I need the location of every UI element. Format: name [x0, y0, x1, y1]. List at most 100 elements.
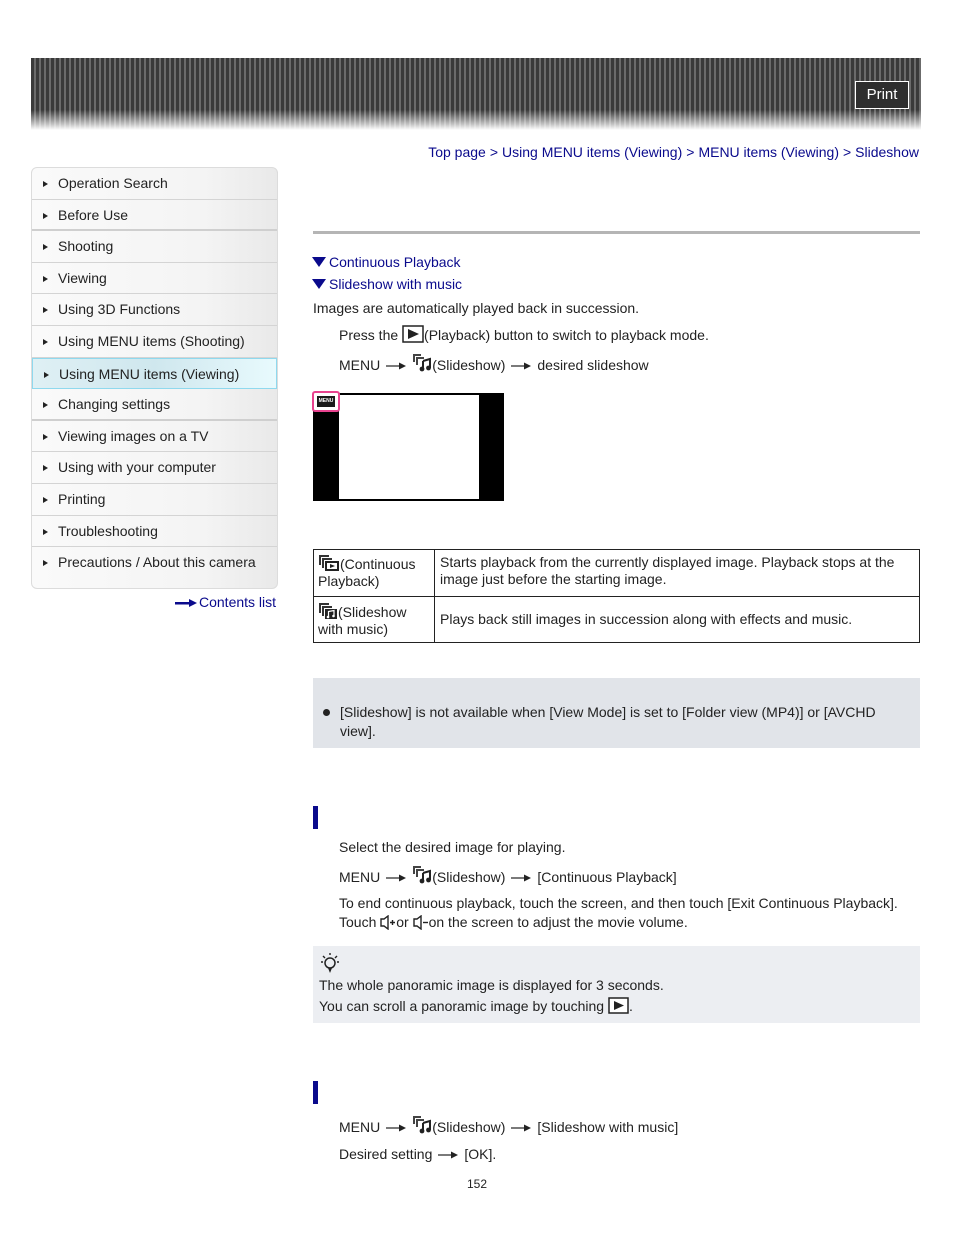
sidebar-item-shooting[interactable]: Shooting — [32, 231, 277, 263]
volume-text: Touch — [339, 914, 377, 930]
continuous-playback-icon — [319, 555, 339, 571]
music-step-menu: MENU (Slideshow) [Slideshow with music] — [339, 1115, 678, 1135]
slideshow-mode-table: (Continuous Playback) Starts playback fr… — [313, 549, 920, 643]
menu-button-highlight: MENU — [312, 391, 340, 412]
anchor-label: Slideshow with music — [329, 276, 463, 292]
sidebar-item-using-3d-functions[interactable]: Using 3D Functions — [32, 294, 277, 326]
music-step-setting: Desired setting [OK]. — [339, 1146, 496, 1162]
slideshow-label: (Slideshow) — [432, 357, 506, 373]
lightbulb-hint-icon — [321, 953, 339, 973]
sidebar-item-label: Using MENU items (Shooting) — [58, 332, 245, 349]
anchor-label: Continuous Playback — [329, 254, 461, 270]
sidebar-item-label: Shooting — [58, 238, 114, 255]
sidebar-item-viewing-images-on-tv[interactable]: Viewing images on a TV — [32, 421, 277, 453]
print-button[interactable]: Print — [855, 81, 909, 109]
menu-label: MENU — [339, 357, 381, 373]
triangle-right-icon — [44, 371, 49, 378]
arrow-right-icon — [511, 1124, 532, 1132]
continuous-volume-text: Touch or on the screen to adjust the mov… — [339, 914, 688, 930]
sidebar-item-label: Using 3D Functions — [58, 301, 181, 318]
breadcrumb-separator: > — [686, 144, 695, 160]
triangle-right-icon — [43, 528, 48, 535]
table-row: (Slideshow with music) Plays back still … — [313, 596, 920, 643]
volume-text: on the screen to adjust the movie volume… — [428, 914, 688, 930]
sidebar-item-label: Precautions / About this camera — [58, 554, 256, 571]
hint-text-end: . — [628, 998, 633, 1014]
slideshow-icon — [413, 1116, 432, 1134]
breadcrumb-separator: > — [842, 144, 852, 160]
anchor-continuous-playback[interactable]: Continuous Playback — [312, 254, 461, 270]
sidebar-item-label: Before Use — [58, 206, 129, 223]
triangle-right-icon — [43, 402, 48, 409]
slideshow-icon — [413, 866, 432, 884]
sidebar-item-operation-search[interactable]: Operation Search — [32, 168, 277, 200]
breadcrumb-slideshow[interactable]: Slideshow — [855, 144, 919, 160]
sidebar-item-label: Printing — [58, 490, 106, 507]
bullet-icon — [323, 709, 330, 716]
intro-text: Images are automatically played back in … — [313, 300, 640, 316]
sidebar-item-using-with-computer[interactable]: Using with your computer — [32, 452, 277, 484]
slideshow-with-music-icon — [319, 602, 337, 619]
header-banner — [31, 58, 921, 130]
sidebar-item-troubleshooting[interactable]: Troubleshooting — [32, 516, 277, 548]
volume-down-icon — [412, 915, 428, 930]
triangle-right-icon — [43, 212, 48, 219]
arrow-right-icon — [386, 362, 407, 370]
arrow-right-icon — [438, 1151, 459, 1159]
sidebar-item-before-use[interactable]: Before Use — [32, 200, 277, 232]
mode-name-cell: (Slideshow with music) — [313, 596, 435, 643]
slideshow-label: (Slideshow) — [432, 1119, 506, 1135]
title-divider — [313, 231, 920, 234]
step-menu-slideshow: MENU (Slideshow) desired slideshow — [339, 353, 649, 373]
triangle-right-icon — [43, 560, 48, 567]
arrow-right-icon — [386, 1124, 407, 1132]
anchor-slideshow-with-music[interactable]: Slideshow with music — [312, 276, 462, 292]
mode-description: Starts playback from the currently displ… — [434, 549, 920, 597]
breadcrumb-menu-items-viewing[interactable]: MENU items (Viewing) — [698, 144, 839, 160]
step-press-playback: Press the (Playback) button to switch to… — [339, 325, 709, 343]
menu-label: MENU — [339, 869, 381, 885]
note-box: [Slideshow] is not available when [View … — [313, 678, 920, 748]
hint-line-2: You can scroll a panoramic image by touc… — [319, 997, 633, 1014]
hint-box: The whole panoramic image is displayed f… — [313, 946, 920, 1023]
section-heading-marker-music — [313, 1081, 318, 1104]
sidebar-item-changing-settings[interactable]: Changing settings — [32, 389, 277, 421]
camera-screen-illustration: MENU — [312, 391, 504, 501]
setting-label: Desired setting — [339, 1146, 433, 1162]
triangle-right-icon — [43, 496, 48, 503]
sidebar-item-label: Operation Search — [58, 175, 168, 191]
breadcrumb-using-menu-items-viewing[interactable]: Using MENU items (Viewing) — [502, 144, 682, 160]
sidebar-item-label: Viewing — [58, 269, 107, 286]
note-text: [Slideshow] is not available when [View … — [340, 704, 876, 739]
menu-button-label: MENU — [317, 396, 335, 407]
contents-list-link[interactable]: Contents list — [175, 594, 276, 610]
continuous-end-text: To end continuous playback, touch the sc… — [339, 895, 898, 911]
sidebar-item-label: Using with your computer — [58, 459, 216, 476]
sidebar-item-precautions[interactable]: Precautions / About this camera — [32, 547, 277, 579]
section-heading-marker-continuous — [313, 806, 318, 829]
ok-label: [OK]. — [464, 1146, 497, 1162]
triangle-down-icon — [312, 257, 326, 268]
triangle-right-icon — [43, 307, 48, 314]
triangle-right-icon — [43, 433, 48, 440]
triangle-right-icon — [43, 465, 48, 472]
arrow-right-icon — [511, 362, 532, 370]
breadcrumb-top-page[interactable]: Top page — [428, 144, 486, 160]
continuous-step-select: Select the desired image for playing. — [339, 839, 566, 855]
sidebar-item-label: Changing settings — [58, 396, 171, 413]
triangle-down-icon — [312, 279, 326, 290]
sidebar-item-viewing[interactable]: Viewing — [32, 263, 277, 295]
arrow-right-icon — [175, 599, 197, 608]
volume-up-icon — [380, 915, 396, 930]
sidebar-item-using-menu-items-viewing[interactable]: Using MENU items (Viewing) — [32, 357, 277, 390]
table-row: (Continuous Playback) Starts playback fr… — [313, 549, 920, 597]
menu-label: MENU — [339, 1119, 381, 1135]
triangle-right-icon — [43, 275, 48, 282]
sidebar-item-using-menu-items-shooting[interactable]: Using MENU items (Shooting) — [32, 326, 277, 358]
step-text: Press the — [339, 327, 399, 343]
triangle-right-icon — [43, 244, 48, 251]
sidebar-item-printing[interactable]: Printing — [32, 484, 277, 516]
sidebar-item-label: Using MENU items (Viewing) — [59, 365, 240, 382]
breadcrumb: Top page > Using MENU items (Viewing) > MENU… — [428, 144, 919, 160]
step-text: (Playback) button to switch to playback … — [424, 327, 709, 343]
